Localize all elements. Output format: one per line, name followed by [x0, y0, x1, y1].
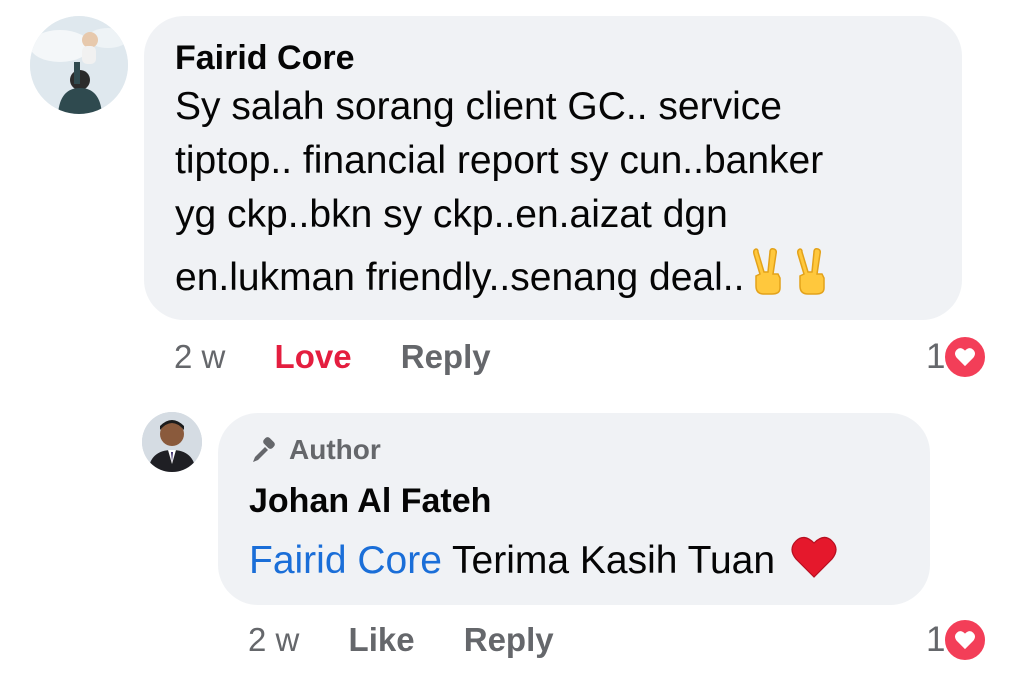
comment-line: Sy salah sorang client GC.. service — [175, 85, 782, 128]
victory-hand-emoji — [748, 248, 788, 311]
comment-text: Sy salah sorang client GC.. service tipt… — [175, 80, 930, 311]
person-photo-icon — [30, 16, 128, 114]
comment-timestamp[interactable]: 2 w — [174, 337, 225, 377]
person-photo-icon — [142, 412, 202, 472]
heart-reaction-icon — [943, 335, 988, 379]
reply-actions: 2 w Like Reply — [248, 620, 554, 660]
reply-timestamp[interactable]: 2 w — [248, 620, 299, 660]
reply-author-name[interactable]: Johan Al Fateh — [249, 481, 898, 521]
reply-text: Fairid Core Terima Kasih Tuan — [249, 535, 898, 592]
reply-button[interactable]: Reply — [401, 337, 491, 377]
author-avatar[interactable] — [142, 412, 202, 472]
like-button[interactable]: Like — [349, 620, 415, 660]
commenter-avatar[interactable] — [30, 16, 128, 114]
comment-line: tiptop.. financial report sy cun..banker — [175, 139, 824, 182]
reply-button[interactable]: Reply — [464, 620, 554, 660]
comment-actions: 2 w Love Reply — [174, 337, 491, 377]
mention-link[interactable]: Fairid Core — [249, 539, 442, 582]
reply-message: Terima Kasih Tuan — [452, 539, 776, 582]
microphone-icon — [253, 437, 275, 462]
comment-line: en.lukman friendly..senang deal.. — [175, 256, 745, 299]
comment-line: yg ckp..bkn sy ckp..en.aizat dgn — [175, 193, 728, 236]
comment-reaction-summary[interactable]: 1 — [926, 335, 988, 379]
reply-reaction-summary[interactable]: 1 — [926, 618, 988, 662]
comment-bubble: Fairid Core Sy salah sorang client GC.. … — [144, 16, 962, 320]
reply-bubble: Author Johan Al Fateh Fairid Core Terima… — [218, 413, 930, 605]
love-reaction-button[interactable]: Love — [275, 337, 352, 377]
red-heart-emoji — [790, 535, 838, 592]
heart-reaction-icon — [943, 618, 988, 662]
comment-author-name[interactable]: Fairid Core — [175, 38, 930, 78]
victory-hand-emoji — [792, 248, 832, 311]
comment-line-with-emoji: en.lukman friendly..senang deal.. — [175, 248, 930, 311]
author-badge: Author — [249, 433, 898, 467]
author-badge-label: Author — [289, 434, 381, 465]
